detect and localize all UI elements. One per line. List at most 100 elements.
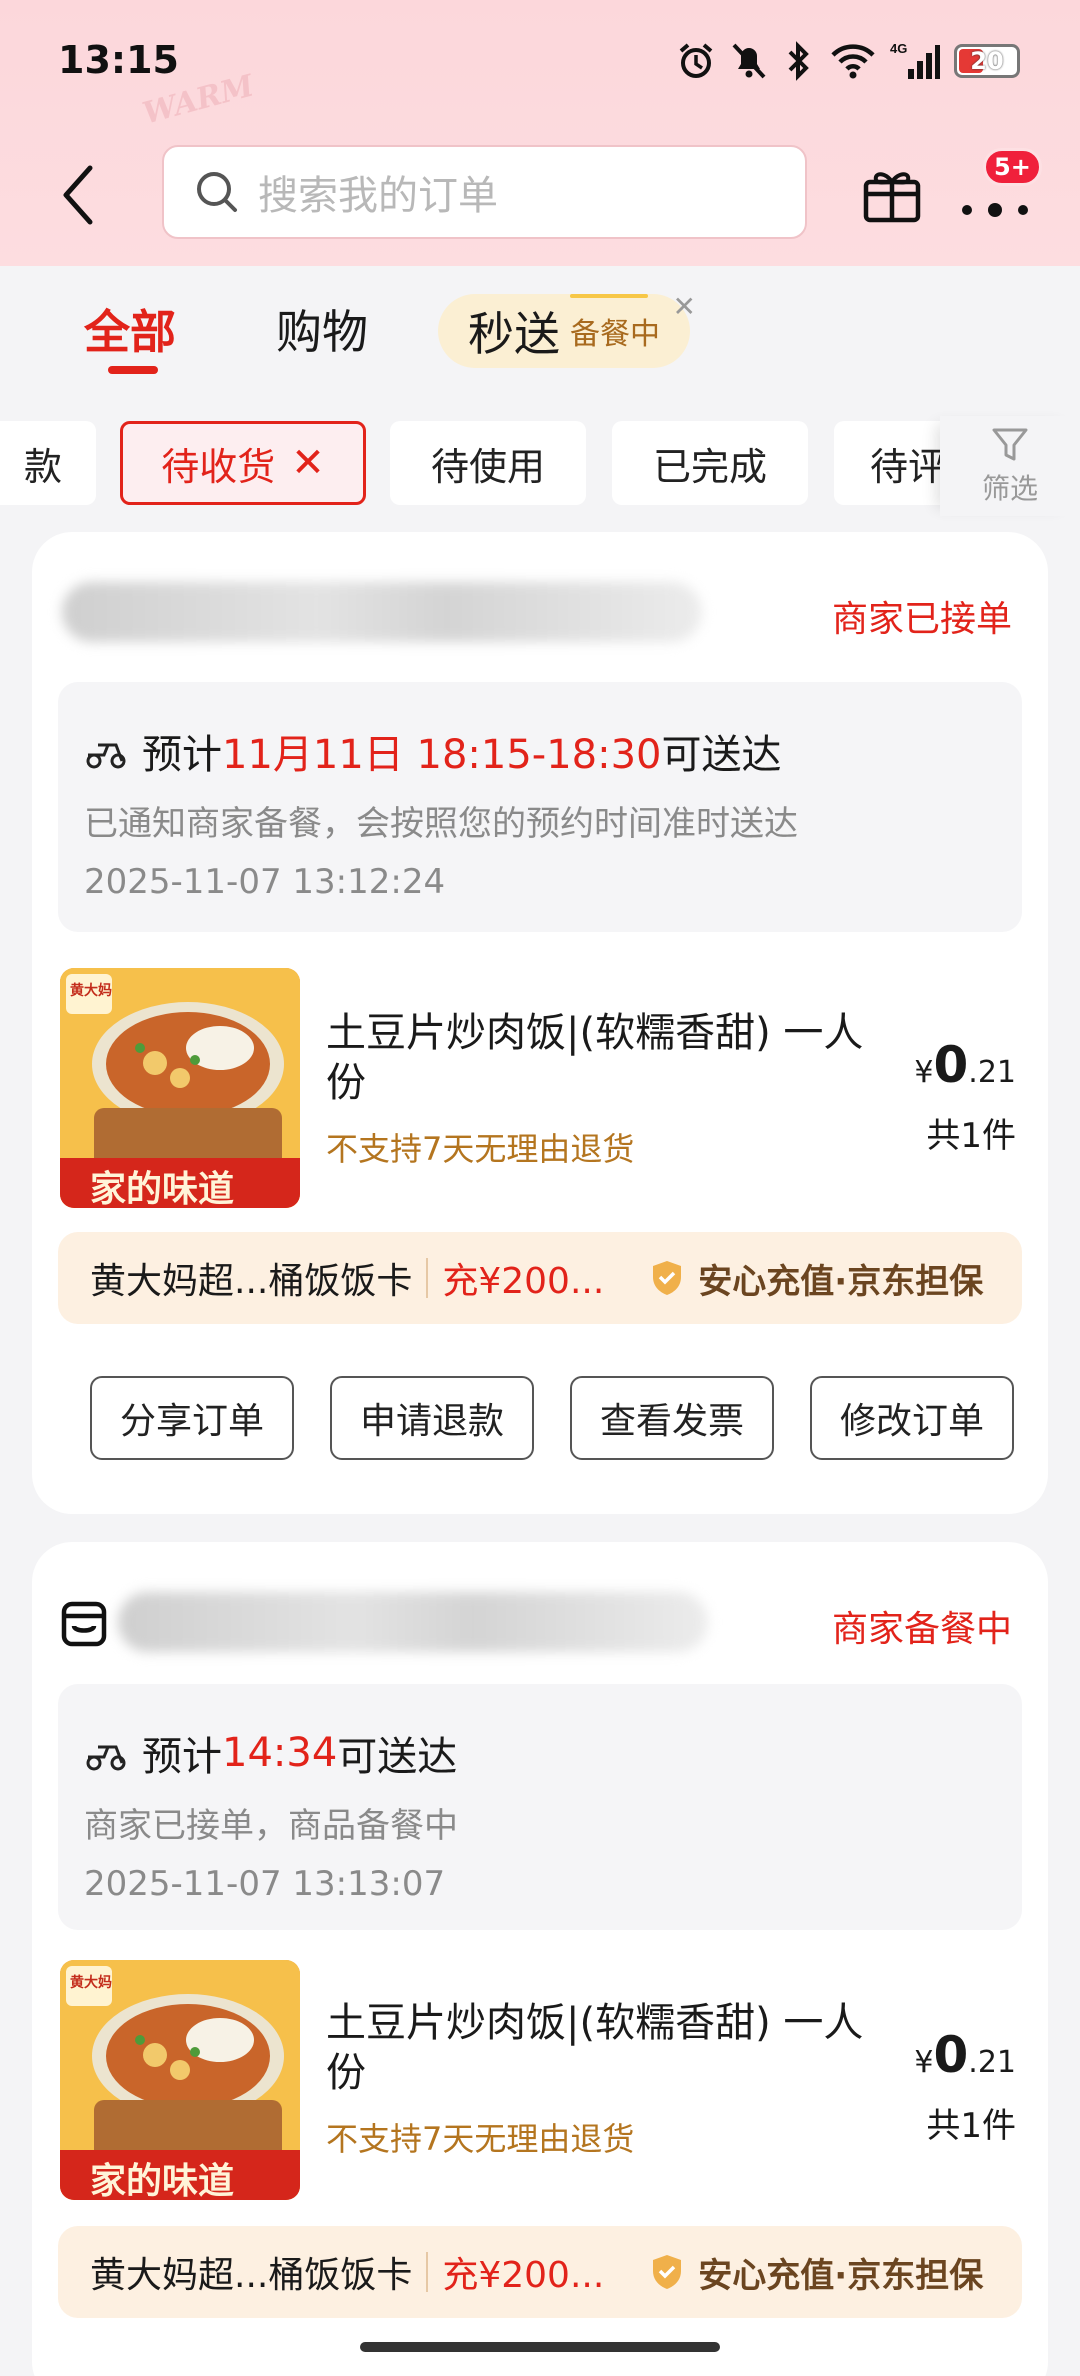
promo-separator xyxy=(426,2252,429,2292)
promo-bar[interactable]: 黄大妈超...桶饭饭卡 充¥200... 安心充值·京东担保 xyxy=(58,2226,1022,2318)
eta-time: 11月11日 18:15-18:30 xyxy=(222,732,662,778)
promo-bar[interactable]: 黄大妈超...桶饭饭卡 充¥200... 安心充值·京东担保 xyxy=(58,1232,1022,1324)
store-name-redacted xyxy=(118,1592,708,1652)
funnel-icon xyxy=(992,428,1028,461)
close-icon[interactable]: ✕ xyxy=(673,290,696,323)
store-row[interactable]: 商家备餐中 xyxy=(32,1542,1048,1692)
store-name-redacted xyxy=(62,582,702,642)
shield-check-icon xyxy=(653,1261,682,1295)
promo-offer: 充¥200... xyxy=(442,2255,605,2296)
order-timestamp: 2025-11-07 13:13:07 xyxy=(84,1864,446,1904)
status-time: 13:15 xyxy=(58,38,179,82)
promo-guarantee: 安心充值·京东担保 xyxy=(698,1261,984,1302)
back-button[interactable] xyxy=(50,160,110,230)
eta-time: 14:34 xyxy=(222,1730,338,1776)
wifi-icon xyxy=(831,44,875,79)
svg-text:4G: 4G xyxy=(890,41,907,56)
promo-separator xyxy=(426,1258,429,1298)
filter-chips: 款 待收货 ✕ 待使用 已完成 待评 xyxy=(0,421,1080,511)
eta-suffix: 可送达 xyxy=(337,1734,458,1780)
order-tabs: 全部 购物 秒送 备餐中 ✕ xyxy=(0,266,1080,406)
tab-shopping[interactable]: 购物 xyxy=(276,296,368,362)
order-card[interactable]: 商家已接单 预计 11月11日 18:15-18:30 可送达 已通知商家备餐，会按… xyxy=(32,532,1048,1514)
gift-icon xyxy=(863,172,921,223)
price-decimal: .21 xyxy=(968,1055,1016,1090)
filter-button[interactable]: 筛选 xyxy=(940,416,1080,516)
mute-bell-icon xyxy=(732,43,766,79)
chip-to-receive[interactable]: 待收货 ✕ xyxy=(120,421,366,505)
status-bar: 13:15 4G 20 xyxy=(0,0,1080,120)
notification-badge: 5+ xyxy=(983,148,1042,186)
price-symbol: ¥ xyxy=(914,1055,934,1090)
gift-button[interactable] xyxy=(858,158,926,226)
delivery-note: 已通知商家备餐，会按照您的预约时间准时送达 xyxy=(84,804,798,844)
order-status: 商家已接单 xyxy=(831,599,1012,640)
eta-line: 预计 11月11日 18:15-18:30 可送达 xyxy=(84,722,782,780)
eta-line: 预计 14:34 可送达 xyxy=(84,1724,457,1782)
price-symbol: ¥ xyxy=(914,2045,934,2080)
status-icons: 4G 20 xyxy=(676,40,1020,82)
battery-icon: 20 xyxy=(954,44,1020,78)
search-input[interactable]: 搜索我的订单 xyxy=(162,145,807,239)
tab-instant-status: 备餐中 xyxy=(570,317,660,352)
chip-refund[interactable]: 款 xyxy=(0,421,96,505)
image-brand-text: 黄大妈 xyxy=(70,983,112,999)
eta-prefix: 预计 xyxy=(142,732,222,778)
close-icon[interactable]: ✕ xyxy=(291,440,325,486)
chip-to-use[interactable]: 待使用 xyxy=(390,421,586,505)
delivery-note: 商家已接单，商品备餐中 xyxy=(84,1806,458,1846)
scooter-icon xyxy=(86,1745,126,1771)
nav-row: 搜索我的订单 xyxy=(0,140,1080,250)
scooter-icon xyxy=(86,743,126,769)
chip-to-receive-label: 待收货 xyxy=(161,444,276,489)
chip-completed[interactable]: 已完成 xyxy=(612,421,808,505)
order-status: 商家备餐中 xyxy=(831,1609,1012,1650)
eta-suffix: 可送达 xyxy=(661,732,782,778)
tab-instant[interactable]: 秒送 备餐中 ✕ xyxy=(438,290,696,368)
product-name[interactable]: 土豆片炒肉饭|(软糯香甜) 一人份 xyxy=(326,1008,866,1108)
delivery-info: 预计 11月11日 18:15-18:30 可送达 已通知商家备餐，会按照您的预约时… xyxy=(58,682,1022,932)
product-price: ¥0.21 xyxy=(914,1036,1016,1094)
product-image[interactable]: 黄大妈 家的味道 xyxy=(60,1960,300,2200)
image-banner-text: 家的味道 xyxy=(90,2160,235,2200)
request-refund-button[interactable]: 申请退款 xyxy=(330,1376,534,1460)
order-timestamp: 2025-11-07 13:12:24 xyxy=(84,862,446,902)
tab-instant-accent xyxy=(570,294,648,298)
price-integer: 0 xyxy=(933,2026,969,2084)
return-policy-tag: 不支持7天无理由退货 xyxy=(326,2120,635,2158)
store-row[interactable]: 商家已接单 xyxy=(32,532,1048,682)
home-indicator[interactable] xyxy=(360,2342,720,2352)
alarm-icon xyxy=(679,43,713,78)
product-quantity: 共1件 xyxy=(926,2106,1016,2146)
promo-card-name: 黄大妈超...桶饭饭卡 xyxy=(90,1261,413,1302)
order-card[interactable]: 商家备餐中 预计 14:34 可送达 商家已接单，商品备餐中 2025-11-07 … xyxy=(32,1542,1048,2376)
promo-card-name: 黄大妈超...桶饭饭卡 xyxy=(90,2255,413,2296)
bluetooth-icon xyxy=(788,41,809,81)
delivery-info: 预计 14:34 可送达 商家已接单，商品备餐中 2025-11-07 13:13:… xyxy=(58,1684,1022,1930)
tab-all[interactable]: 全部 xyxy=(84,296,176,362)
return-policy-tag: 不支持7天无理由退货 xyxy=(326,1130,635,1168)
chevron-left-icon xyxy=(63,165,93,225)
cellular-signal-icon: 4G xyxy=(890,41,940,79)
modify-order-button[interactable]: 修改订单 xyxy=(810,1376,1014,1460)
image-banner-text: 家的味道 xyxy=(90,1168,235,1208)
main-content: 全部 购物 秒送 备餐中 ✕ 款 待收货 ✕ 待使用 已完成 待评 筛选 商家已… xyxy=(0,266,1080,2376)
search-placeholder: 搜索我的订单 xyxy=(258,173,498,219)
shield-check-icon xyxy=(653,2255,682,2289)
search-icon xyxy=(197,172,237,212)
product-quantity: 共1件 xyxy=(926,1116,1016,1156)
product-name[interactable]: 土豆片炒肉饭|(软糯香甜) 一人份 xyxy=(326,1998,866,2098)
price-integer: 0 xyxy=(933,1036,969,1094)
image-brand-text: 黄大妈 xyxy=(70,1975,112,1991)
product-image[interactable]: 黄大妈 家的味道 xyxy=(60,968,300,1208)
eta-prefix: 预计 xyxy=(142,1734,222,1780)
price-decimal: .21 xyxy=(968,2045,1016,2080)
promo-offer: 充¥200... xyxy=(442,1261,605,1302)
promo-guarantee: 安心充值·京东担保 xyxy=(698,2255,984,2296)
share-order-button[interactable]: 分享订单 xyxy=(90,1376,294,1460)
tab-instant-label: 秒送 xyxy=(468,307,560,361)
view-invoice-button[interactable]: 查看发票 xyxy=(570,1376,774,1460)
tab-active-indicator xyxy=(108,366,158,374)
store-icon xyxy=(61,1601,107,1647)
product-price: ¥0.21 xyxy=(914,2026,1016,2084)
